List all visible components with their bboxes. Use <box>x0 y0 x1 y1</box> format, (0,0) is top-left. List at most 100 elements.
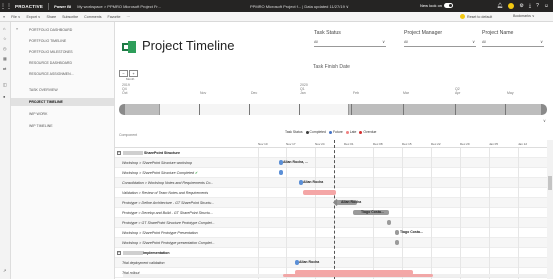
export-menu[interactable]: Export ∨ <box>24 15 44 19</box>
workspace-icon[interactable]: ● <box>3 94 5 99</box>
recent-icon[interactable]: ◷ <box>3 46 7 51</box>
task-label: Consolidation > Workshop Notes and Requi… <box>122 181 214 185</box>
download-icon[interactable]: ⤓ <box>529 3 531 9</box>
horizontal-scrollbar[interactable] <box>123 273 547 278</box>
page-tab[interactable]: TASK OVERVIEW <box>29 88 58 92</box>
scrubber-window[interactable] <box>159 104 349 115</box>
task-label: Workshop > SharePoint Structure workshop <box>122 161 193 165</box>
project-manager-slicer[interactable]: All ∨ <box>404 39 476 47</box>
task-bar[interactable] <box>395 230 399 235</box>
reset-button[interactable]: Reset to default <box>460 14 492 19</box>
legend-title: Task Status <box>285 130 303 134</box>
grid-line <box>460 148 461 279</box>
zoom-out-button[interactable]: − <box>119 70 128 77</box>
gear-icon[interactable]: ⚙ <box>519 3 523 9</box>
date-label: Dec 08 <box>373 142 383 146</box>
page-tab[interactable]: RESOURCE ASSIGNMEN... <box>29 72 74 76</box>
favorites-icon[interactable]: ☆ <box>3 36 7 41</box>
grid-line <box>431 148 432 279</box>
share-button[interactable]: Share <box>44 15 60 19</box>
group-row[interactable]: − Implementation <box>115 248 547 258</box>
timeline-scrubber[interactable] <box>119 104 547 115</box>
task-row[interactable]: Workshop > SharePoint Structure workshop <box>115 158 547 168</box>
scrubber-tick <box>455 104 456 115</box>
task-status-slicer[interactable]: All ∨ <box>314 39 386 47</box>
date-label: Dec 15 <box>402 142 412 146</box>
vertical-scrollbar[interactable] <box>547 140 553 279</box>
grid-line <box>518 148 519 279</box>
toggle-icon[interactable] <box>444 3 454 8</box>
axis-label: 2020 Q1 Jan <box>300 83 308 95</box>
scrubber-tick <box>403 104 404 115</box>
task-label: Workshop > SharePoint Structure Complete… <box>122 171 199 175</box>
menu-icon[interactable]: ≡ <box>0 15 8 19</box>
legend-item: Overdue <box>359 130 376 134</box>
file-menu[interactable]: File ∨ <box>8 15 23 19</box>
zoom-in-button[interactable]: + <box>129 70 138 77</box>
scroll-thumb[interactable] <box>283 274 433 277</box>
date-label: Jan 12 <box>518 142 528 146</box>
page-tab[interactable]: WIP TIMELINE <box>29 124 53 128</box>
task-row[interactable]: Workshop > SharePoint Prototype Presenta… <box>115 228 547 238</box>
redacted-block <box>123 251 143 256</box>
task-row[interactable]: Workshop > SharePoint Structure Complete… <box>115 168 547 178</box>
scrubber-end-handle[interactable] <box>541 104 547 115</box>
home-icon[interactable]: ⌂ <box>3 26 5 31</box>
page-tab[interactable]: PORTFOLIO TIMELINE <box>29 39 66 43</box>
task-row[interactable]: Prototype > GT SharePoint Structure Prot… <box>115 218 547 228</box>
page-tab[interactable]: PORTFOLIO DASHBOARD <box>29 28 72 32</box>
grid-line <box>489 148 490 279</box>
new-look-toggle[interactable]: New look on <box>420 3 454 8</box>
page-tab[interactable]: PORTFOLIO MILESTONES <box>29 50 73 54</box>
expand-icon[interactable]: ↗ <box>3 268 6 273</box>
collapse-pages-icon[interactable]: « <box>16 26 18 31</box>
date-label: Nov 10 <box>258 142 268 146</box>
help-icon[interactable]: ? <box>536 3 539 9</box>
page-tab[interactable]: WIP WORK <box>29 112 47 116</box>
legend-item: Future <box>328 130 343 134</box>
workspaces-icon[interactable]: ◫ <box>3 82 7 87</box>
task-row[interactable]: Prototype > Define Architecture - GT Sha… <box>115 198 547 208</box>
report-info[interactable]: PPMRO Microsoft Project f... | Data upda… <box>250 4 349 9</box>
smile-icon[interactable] <box>508 3 515 9</box>
chevron-down-icon[interactable]: ∨ <box>543 118 546 123</box>
app-launcher-icon[interactable]: ⋮⋮ <box>0 0 12 12</box>
task-bar[interactable] <box>303 190 336 195</box>
favorite-button[interactable]: Favorite <box>105 15 124 19</box>
collapse-icon[interactable]: − <box>117 251 121 255</box>
gantt-date-header: Nov 10 Nov 17 Nov 24 Dec 01 Dec 08 Dec 1… <box>115 140 547 148</box>
task-row[interactable]: Prototype > Develop and Build - GT Share… <box>115 208 547 218</box>
project-name-slicer[interactable]: All ∨ <box>482 39 544 47</box>
apps-icon[interactable]: ▦ <box>3 56 7 61</box>
task-row[interactable]: Consolidation > Workshop Notes and Requi… <box>115 178 547 188</box>
page-tab[interactable]: RESOURCE DASHBOARD <box>29 61 72 65</box>
avatar-icon[interactable]: ☺ <box>544 3 549 9</box>
subscribe-button[interactable]: Subscribe <box>59 15 81 19</box>
page-tab-active[interactable]: PROJECT TIMELINE <box>29 100 63 104</box>
group-row[interactable]: − SharePoint Structure <box>115 148 547 158</box>
task-bar[interactable] <box>279 170 283 175</box>
task-bar[interactable] <box>387 220 391 225</box>
report-canvas: Project Timeline Task Status All ∨ Proje… <box>115 22 553 279</box>
zoom-level-label: Month <box>126 77 135 81</box>
comments-button[interactable]: Comments <box>81 15 104 19</box>
scrubber-start-handle[interactable] <box>119 104 125 115</box>
breadcrumb[interactable]: My workspace > PPMRO Microsoft Project F… <box>74 4 164 9</box>
task-bar[interactable] <box>395 240 399 245</box>
task-row[interactable]: Trial deployment validation <box>115 258 547 268</box>
collapse-icon[interactable]: − <box>117 151 121 155</box>
check-icon: ✔ <box>195 171 199 175</box>
group-label: Implementation <box>143 251 170 255</box>
redacted-block <box>123 151 143 156</box>
shared-icon[interactable]: ⇄ <box>3 66 6 71</box>
task-row[interactable]: Workshop > SharePoint Prototype presenta… <box>115 238 547 248</box>
bookmarks-button[interactable]: Bookmarks ∨ <box>513 14 535 18</box>
more-button[interactable]: ··· <box>123 15 133 19</box>
app-name[interactable]: Power BI <box>51 4 74 9</box>
bar-label: Allan Rocha <box>303 180 324 184</box>
task-label: Workshop > SharePoint Prototype Presenta… <box>122 231 198 235</box>
bell-icon[interactable]: 🔔︎ <box>497 3 503 9</box>
scroll-thumb[interactable] <box>548 176 552 190</box>
project-logo-icon <box>122 41 136 53</box>
chevron-down-icon: ∨ <box>382 39 385 44</box>
